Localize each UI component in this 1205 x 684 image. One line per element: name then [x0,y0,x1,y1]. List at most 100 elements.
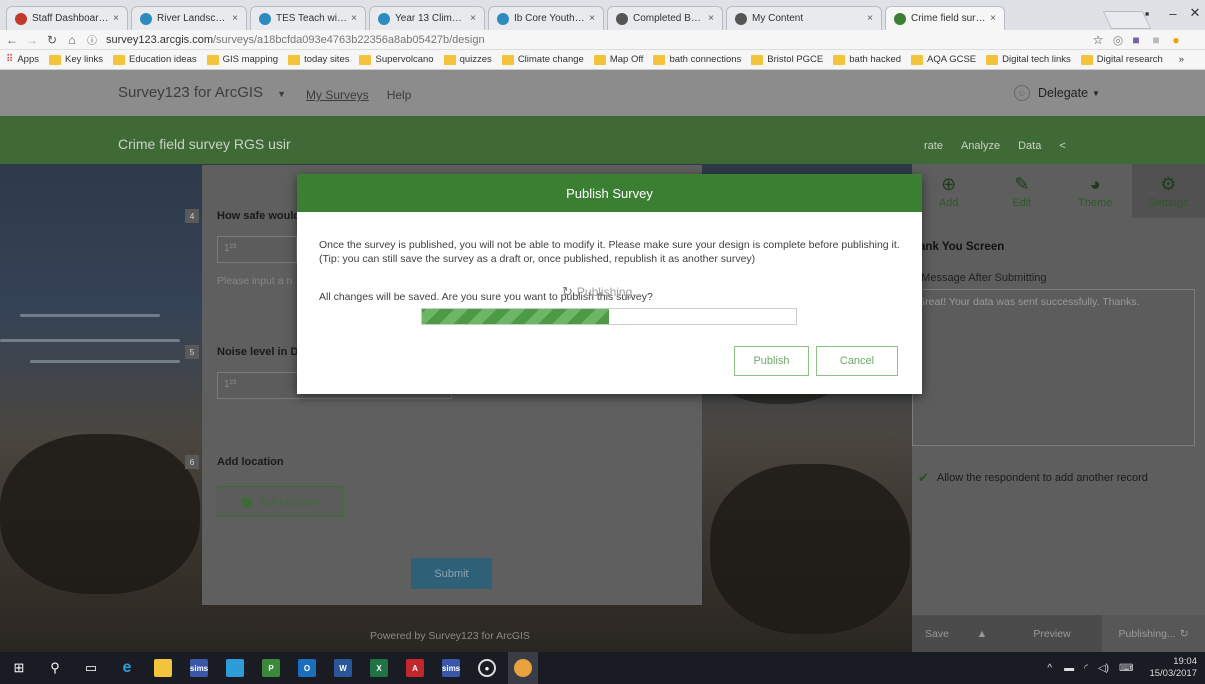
folder-icon [751,54,764,65]
bookmark-folder[interactable]: Digital tech links [986,54,1071,65]
share-icon[interactable]: < [1059,140,1065,152]
menu-analyze[interactable]: Analyze [961,140,1000,152]
browser-tab[interactable]: Ib Core Youthful Ar× [488,6,604,30]
survey-bar: Crime field survey RGS usir rate Analyze… [0,116,1205,164]
task-view-icon[interactable]: ▭ [76,652,106,684]
battery-icon[interactable]: ▬ [1064,663,1074,674]
browser-tab[interactable]: TES Teach with Ble× [250,6,366,30]
set-location-button[interactable]: ⬤ Set Location [217,486,343,517]
outlook-icon[interactable]: O [292,652,322,684]
excel-icon[interactable]: X [364,652,394,684]
bookmark-folder[interactable]: Bristol PGCE [751,54,823,65]
file-explorer-icon[interactable] [148,652,178,684]
add-icon: ⊕ [941,173,957,194]
allow-another-checkbox[interactable]: ✔ Allow the respondent to add another rec… [918,470,1148,486]
bookmark-folder[interactable]: Key links [48,54,103,65]
chrome-icon[interactable] [508,652,538,684]
wifi-icon[interactable]: ◜ [1084,663,1088,674]
nav-help[interactable]: Help [387,88,412,102]
tray-expand-icon[interactable]: ^ [1047,663,1052,674]
tab-favicon-icon [378,12,390,25]
browser-tab[interactable]: My Content × [726,6,882,30]
menu-collaborate[interactable]: rate [924,140,943,152]
app-icon[interactable] [220,652,250,684]
publish-button[interactable]: Publish [734,346,809,376]
volume-icon[interactable]: ◁) [1098,663,1109,674]
submit-button[interactable]: Submit [411,558,492,589]
folder-icon [986,54,999,65]
bookmark-folder[interactable]: Education ideas [113,54,197,65]
bookmark-folder[interactable]: Map Off [593,54,643,65]
tool-add[interactable]: ⊕ Add [912,164,985,218]
caret-down-icon[interactable]: ▼ [277,89,286,99]
forward-icon[interactable]: → [24,32,40,48]
search-icon[interactable]: ⚲ [40,652,70,684]
tab-close-icon[interactable]: × [990,13,996,24]
sims-icon[interactable]: sims [436,652,466,684]
message-textarea[interactable]: Great! Your data was sent successfully. … [912,289,1195,446]
tool-edit[interactable]: ✎ Edit [985,164,1058,218]
word-icon[interactable]: W [328,652,358,684]
input-hint: Please input a n [217,275,293,287]
tab-close-icon[interactable]: × [113,13,119,24]
tab-close-icon[interactable]: × [232,13,238,24]
publishing-button[interactable]: Publishing... ↻ [1102,615,1205,652]
bookmark-folder[interactable]: GIS mapping [206,54,278,65]
bookmark-folder[interactable]: quizzes [443,54,492,65]
star-icon[interactable]: ☆ [1090,32,1106,48]
start-icon[interactable]: ⊞ [4,652,34,684]
url-field[interactable]: survey123.arcgis.com/surveys/a18bcfda093… [106,34,485,46]
bookmark-folder[interactable]: AQA GCSE [911,54,976,65]
publisher-icon[interactable]: P [256,652,286,684]
browser-tab[interactable]: Completed Bath cr× [607,6,723,30]
clock[interactable]: 19:04 15/03/2017 [1149,656,1197,680]
tab-close-icon[interactable]: × [708,13,714,24]
bookmark-folder[interactable]: today sites [288,54,349,65]
sims-icon[interactable]: sims [184,652,214,684]
media-icon[interactable]: ● [472,652,502,684]
bookmark-folder[interactable]: Climate change [501,54,584,65]
close-window-icon[interactable]: ✕ [1184,2,1205,24]
tool-settings[interactable]: ⚙ Settings [1131,164,1205,218]
save-menu-caret-icon[interactable]: ▲ [962,615,1002,652]
save-button[interactable]: Save [912,615,962,652]
tab-close-icon[interactable]: × [351,13,357,24]
preview-button[interactable]: Preview [1002,615,1102,652]
avatar-icon: ☺ [1014,85,1030,101]
extension-icon[interactable]: ◎ [1110,32,1126,48]
menu-data[interactable]: Data [1018,140,1041,152]
bookmark-folder[interactable]: bath hacked [833,54,901,65]
tab-favicon-icon [616,12,628,25]
back-icon[interactable]: ← [4,32,20,48]
browser-tab[interactable]: Staff Dashboard - × [6,6,128,30]
bookmark-folder[interactable]: Digital research [1080,54,1163,65]
keyboard-icon[interactable]: ⌨ [1119,663,1133,674]
user-menu[interactable]: ☺ Delegate ▼ [1014,85,1100,101]
bookmark-apps[interactable]: ⠿ Apps [6,54,39,65]
thank-you-heading: hank You Screen [912,241,1005,253]
cancel-button[interactable]: Cancel [816,346,898,376]
apps-icon: ⠿ [6,54,14,65]
question-label: How safe would [217,210,301,222]
tab-close-icon[interactable]: × [589,13,595,24]
acrobat-icon[interactable]: A [400,652,430,684]
tab-close-icon[interactable]: × [470,13,476,24]
nav-my-surveys[interactable]: My Surveys [306,88,369,102]
edge-icon[interactable]: e [112,652,142,684]
browser-tab[interactable]: Year 13 Climatic Ho× [369,6,485,30]
tab-close-icon[interactable]: × [867,13,873,24]
app-title[interactable]: Survey123 for ArcGIS ▼ [118,84,286,101]
bookmark-folder[interactable]: bath connections [653,54,741,65]
home-icon[interactable]: ⌂ [64,32,80,48]
reload-icon[interactable]: ↻ [44,32,60,48]
folder-icon [206,54,219,65]
bookmark-folder[interactable]: Supervolcano [359,54,434,65]
bookmarks-overflow[interactable]: » [1179,54,1184,65]
update-icon[interactable]: ● [1168,32,1184,48]
browser-tab[interactable]: River Landscape C× [131,6,247,30]
browser-tab-active[interactable]: Crime field survey × [885,6,1005,30]
extension-icon[interactable]: ■ [1148,32,1164,48]
answer-input[interactable]: 1²³ [217,236,297,263]
tool-theme[interactable]: ◕ Theme [1059,164,1132,218]
extension-icon[interactable]: ■ [1128,32,1144,48]
